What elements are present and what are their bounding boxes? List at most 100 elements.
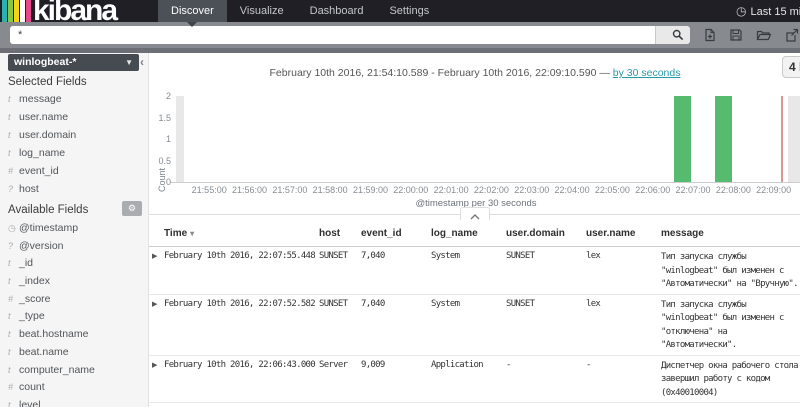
- field-item[interactable]: # event_id: [8, 162, 148, 180]
- field-item[interactable]: t log_name: [8, 144, 148, 162]
- field-name: _id: [19, 257, 34, 270]
- field-item[interactable]: # _score: [8, 291, 148, 309]
- open-folder-icon: [756, 30, 772, 41]
- column-header-user-domain[interactable]: user.domain: [506, 228, 565, 239]
- tab-settings[interactable]: Settings: [376, 0, 442, 22]
- field-item[interactable]: t computer_name: [8, 362, 148, 380]
- field-type-icon: t: [8, 399, 11, 407]
- nav-tabs: Discover Visualize Dashboard Settings: [158, 0, 442, 27]
- logo-stripe: [20, 0, 25, 22]
- open-search-button[interactable]: [756, 28, 772, 43]
- expand-row-icon[interactable]: ▶: [152, 361, 157, 369]
- y-tick-label: 1.5: [158, 112, 171, 123]
- field-type-icon: t: [8, 329, 11, 340]
- cell-message: Тип запуска службы "winlogbeat" был изме…: [661, 252, 799, 289]
- column-header-log-name[interactable]: log_name: [431, 228, 478, 239]
- search-input[interactable]: [10, 26, 655, 44]
- cell-log_name: Application: [431, 359, 484, 370]
- field-item[interactable]: t level: [8, 397, 148, 407]
- x-tick-label: 22:07:00: [675, 185, 711, 195]
- x-tick-label: 21:59:00: [352, 185, 388, 195]
- tab-discover[interactable]: Discover: [158, 0, 227, 27]
- share-button[interactable]: [784, 28, 799, 43]
- x-tick-label: 21:57:00: [272, 185, 308, 195]
- field-item[interactable]: t message: [8, 90, 148, 108]
- cell-event_id: 9,009: [361, 359, 385, 370]
- field-item[interactable]: t beat.name: [8, 344, 148, 362]
- cell-event_id: 7,040: [361, 251, 385, 261]
- field-item[interactable]: t user.name: [8, 108, 148, 126]
- cell-user_domain: SUNSET: [506, 298, 535, 309]
- field-item[interactable]: ◷ @timestamp: [8, 220, 148, 238]
- field-settings-button[interactable]: ⚙: [122, 201, 142, 216]
- field-type-icon: ?: [8, 184, 14, 194]
- field-sidebar: winlogbeat-* ▼ Selected Fields t message t…: [0, 53, 148, 407]
- index-pattern-selector[interactable]: winlogbeat-* ▼: [8, 54, 139, 71]
- out-of-range-band-left: [176, 96, 184, 182]
- interval-link[interactable]: by 30 seconds: [613, 67, 681, 79]
- cell-time: February 10th 2016, 22:07:52.582: [164, 298, 316, 309]
- available-fields-list: ◷ @timestamp? @version t _id t _index # _score t _…: [8, 220, 148, 407]
- field-name: _type: [19, 310, 45, 323]
- cell-user_name: lex: [586, 251, 601, 261]
- chart-title: February 10th 2016, 21:54:10.589 - Febru…: [149, 67, 800, 79]
- x-tick-label: 22:00:00: [393, 185, 429, 195]
- cell-user_domain: -: [506, 359, 511, 370]
- field-item[interactable]: t _index: [8, 273, 148, 291]
- field-type-icon: t: [8, 148, 11, 158]
- share-icon: [785, 28, 798, 42]
- field-type-icon: t: [8, 112, 11, 122]
- table-header: Time ▾ host event_id log_name user.domain user…: [149, 223, 800, 247]
- index-pattern-label: winlogbeat-*: [14, 56, 77, 68]
- column-header-time[interactable]: Time ▾: [164, 228, 194, 239]
- time-filter-label: Last 15 minutes: [750, 6, 800, 18]
- field-name: message: [19, 93, 62, 105]
- column-header-user-name[interactable]: user.name: [586, 228, 635, 239]
- search-bar: [0, 22, 800, 48]
- time-filter-button[interactable]: ◷Last 15 minutes: [736, 0, 800, 22]
- collapse-chart-button[interactable]: [460, 207, 490, 220]
- x-tick-label: 22:01:00: [433, 185, 469, 195]
- gear-icon: ⚙: [127, 203, 137, 213]
- sidebar-collapse-icon[interactable]: ‹: [140, 55, 144, 69]
- kibana-app: kibana Discover Visualize Dashboard Sett…: [0, 0, 800, 407]
- field-item[interactable]: t beat.hostname: [8, 326, 148, 344]
- field-type-icon: #: [8, 293, 14, 304]
- brand-title: kibana: [33, 0, 118, 27]
- chart-time-range: February 10th 2016, 21:54:10.589 - Febru…: [269, 67, 610, 79]
- field-name: beat.name: [19, 345, 69, 358]
- field-item[interactable]: t _id: [8, 255, 148, 273]
- column-header-message[interactable]: message: [661, 228, 704, 239]
- clock-icon: ◷: [8, 223, 16, 233]
- chevron-up-icon: [470, 214, 480, 220]
- x-tick-label: 21:55:00: [191, 185, 227, 195]
- kibana-logo-icon: [2, 0, 32, 22]
- column-header-host[interactable]: host: [319, 228, 340, 239]
- search-button[interactable]: [655, 26, 690, 44]
- save-icon: [729, 29, 742, 41]
- field-item[interactable]: t _type: [8, 308, 148, 326]
- field-item[interactable]: # count: [8, 379, 148, 397]
- x-tick-label: 21:58:00: [312, 185, 348, 195]
- cell-host: SUNSET: [319, 251, 348, 261]
- field-type-icon: t: [8, 258, 11, 269]
- tab-visualize[interactable]: Visualize: [227, 0, 297, 22]
- field-item[interactable]: ? host: [8, 180, 148, 198]
- new-search-button[interactable]: [702, 28, 717, 43]
- x-tick-label: 21:56:00: [231, 185, 268, 195]
- field-item[interactable]: ? @version: [8, 238, 148, 256]
- tab-dashboard[interactable]: Dashboard: [297, 0, 377, 22]
- cell-host: Server: [319, 359, 348, 370]
- out-of-range-band-right: [788, 96, 800, 182]
- x-axis-line: [171, 182, 800, 183]
- expand-row-icon[interactable]: ▶: [152, 252, 157, 260]
- logo-stripe: [8, 0, 13, 22]
- expand-row-icon[interactable]: ▶: [152, 300, 157, 308]
- field-name: count: [19, 381, 45, 394]
- save-search-button[interactable]: [728, 28, 743, 43]
- current-time-marker: [780, 96, 783, 182]
- column-header-event-id[interactable]: event_id: [361, 228, 402, 239]
- field-item[interactable]: t user.domain: [8, 126, 148, 144]
- table-row: ▶ February 10th 2016, 22:07:55.448 SUNSET 7…: [149, 247, 800, 295]
- field-type-icon: t: [8, 94, 11, 104]
